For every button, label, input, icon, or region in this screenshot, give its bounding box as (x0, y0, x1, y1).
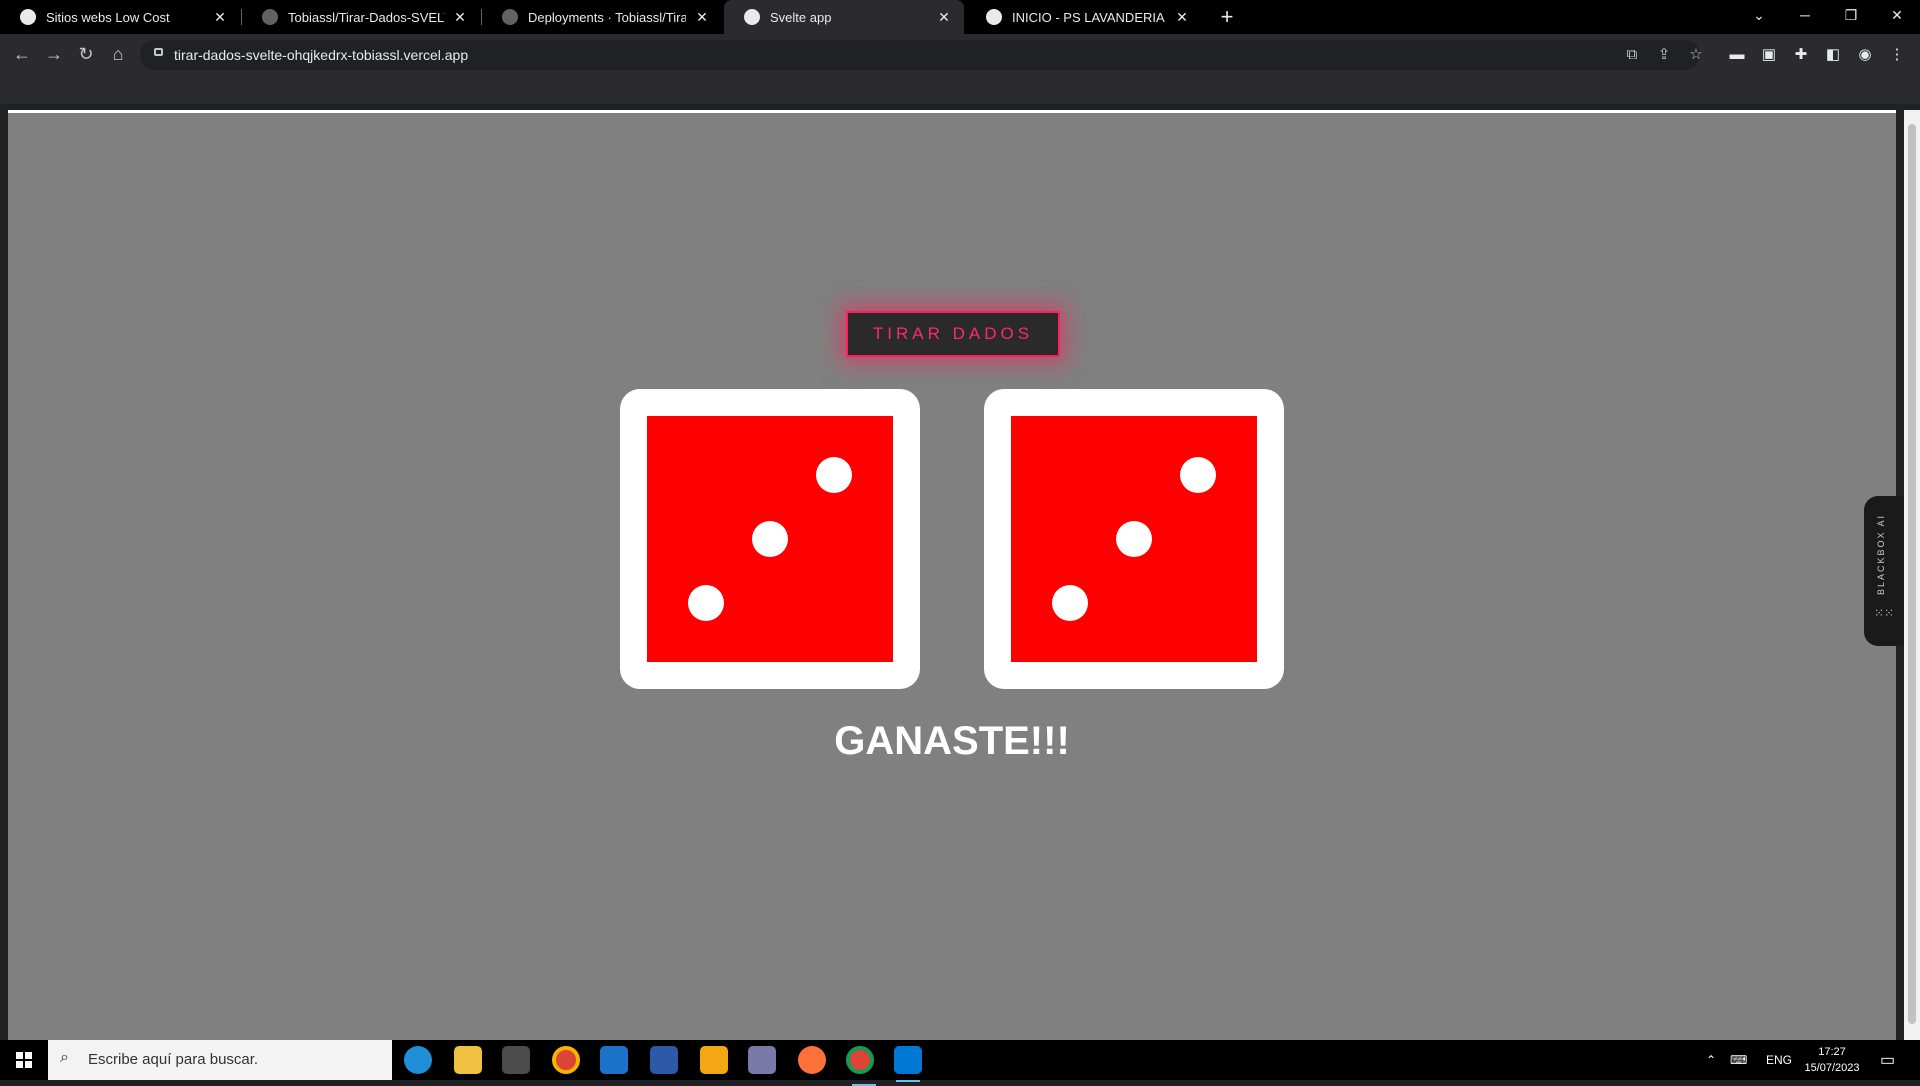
close-window-icon[interactable]: ✕ (1874, 0, 1920, 30)
die-pip (688, 584, 725, 621)
scrollbar-thumb[interactable] (1908, 124, 1916, 1024)
share-icon[interactable]: ⇪ (1654, 45, 1674, 65)
back-icon[interactable]: ← (10, 42, 34, 66)
result-message: GANASTE!!! (834, 719, 1070, 763)
tab-title: Sitios webs Low Cost (46, 9, 170, 25)
puzzle-extensions-icon[interactable]: ✚ (1790, 44, 1812, 66)
minimize-icon[interactable]: ─ (1782, 0, 1828, 30)
browser-toolbar: ← → ↻ ⌂ tirar-dados-svelte-ohqjkedrx-tob… (0, 34, 1920, 104)
die-pip (815, 457, 852, 494)
app-icon[interactable] (650, 1046, 678, 1074)
tab-title: Svelte app (770, 9, 832, 25)
tab-active[interactable]: Svelte app ✕ (724, 0, 964, 34)
svelte-icon (744, 9, 760, 25)
bookmark-star-icon[interactable]: ☆ (1686, 45, 1706, 65)
tab[interactable]: Sitios webs Low Cost ✕ (0, 0, 240, 34)
keyboard-icon[interactable]: ⌨ (1730, 1040, 1747, 1080)
url-text[interactable]: tirar-dados-svelte-ohqjkedrx-tobiassl.ve… (174, 47, 468, 63)
file-explorer-icon[interactable] (454, 1046, 482, 1074)
blackbox-ai-widget[interactable]: BLACKBOX AI ⁙⁙ (1864, 496, 1904, 646)
tab-title: Deployments · Tobiassl/Tirar-Dad (528, 9, 686, 25)
close-icon[interactable]: ✕ (212, 9, 228, 26)
die (620, 389, 920, 689)
close-icon[interactable]: ✕ (694, 9, 710, 26)
show-hidden-icons-icon[interactable]: ⌃ (1706, 1040, 1716, 1080)
sticky-notes-icon[interactable] (700, 1046, 728, 1074)
die-pip (1116, 521, 1152, 557)
menu-kebab-icon[interactable]: ⋮ (1886, 44, 1908, 66)
github-icon (502, 9, 518, 25)
profile-avatar-icon[interactable]: ◉ (1854, 44, 1876, 66)
home-icon[interactable]: ⌂ (106, 42, 130, 66)
address-bar[interactable]: tirar-dados-svelte-ohqjkedrx-tobiassl.ve… (140, 40, 1703, 70)
app-icon[interactable] (502, 1046, 530, 1074)
die-face (1011, 416, 1257, 662)
language-indicator[interactable]: ENG (1766, 1040, 1792, 1080)
die-face (647, 416, 893, 662)
close-icon[interactable]: ✕ (936, 9, 952, 26)
page-viewport: TIRAR DADOS GANASTE!!! (8, 110, 1896, 1040)
extension-b-icon[interactable]: ▣ (1758, 44, 1780, 66)
globe-icon (20, 9, 36, 25)
extension-icon[interactable]: ▬ (1726, 44, 1748, 66)
die-pip (1179, 457, 1216, 494)
tab-search-icon[interactable]: ⌄ (1736, 0, 1782, 30)
search-placeholder: Escribe aquí para buscar. (88, 1051, 259, 1068)
close-icon[interactable]: ✕ (452, 9, 468, 26)
restore-icon[interactable]: ❐ (1828, 0, 1874, 30)
windows-logo-icon (16, 1052, 32, 1068)
page-scrollbar[interactable] (1904, 110, 1920, 1040)
app-icon[interactable] (748, 1046, 776, 1074)
blackbox-logo-icon: ⁙⁙ (1874, 606, 1895, 620)
search-icon: ⌕ (60, 1049, 69, 1066)
firefox-icon[interactable] (798, 1046, 826, 1074)
tab-title: Tobiassl/Tirar-Dados-SVELTE (288, 9, 444, 25)
reload-icon[interactable]: ↻ (74, 42, 98, 66)
edge-icon[interactable] (404, 1046, 432, 1074)
die-pip (752, 521, 788, 557)
github-icon (262, 9, 278, 25)
tab-title: INICIO - PS LAVANDERIA (1012, 9, 1165, 25)
start-button[interactable] (0, 1040, 48, 1080)
blackbox-label: BLACKBOX AI (1876, 514, 1886, 596)
die-pip (1052, 584, 1089, 621)
roll-dice-button[interactable]: TIRAR DADOS (846, 311, 1060, 357)
notifications-icon[interactable]: ▭ (1880, 1040, 1895, 1080)
tab[interactable]: INICIO - PS LAVANDERIA ✕ (966, 0, 1202, 34)
die (984, 389, 1284, 689)
close-icon[interactable]: ✕ (1174, 9, 1190, 26)
taskbar-search-input[interactable]: ⌕ Escribe aquí para buscar. (48, 1040, 392, 1080)
tab[interactable]: Tobiassl/Tirar-Dados-SVELTE ✕ (242, 0, 480, 34)
clock[interactable]: 17:27 15/07/2023 (1800, 1044, 1864, 1076)
tab[interactable]: Deployments · Tobiassl/Tirar-Dad ✕ (482, 0, 722, 34)
clock-date: 15/07/2023 (1804, 1062, 1860, 1074)
chrome-icon[interactable] (552, 1046, 580, 1074)
vscode-icon[interactable] (894, 1046, 922, 1082)
chrome-icon[interactable] (846, 1046, 876, 1086)
forward-icon[interactable]: → (42, 42, 66, 66)
mail-icon[interactable] (600, 1046, 628, 1074)
globe-icon (986, 9, 1002, 25)
clock-time: 17:27 (1818, 1046, 1846, 1058)
new-tab-button[interactable]: + (1214, 4, 1240, 30)
translate-icon[interactable]: ⧉ (1622, 45, 1642, 65)
tab-strip: Sitios webs Low Cost ✕ Tobiassl/Tirar-Da… (0, 0, 1920, 34)
windows-taskbar: ⌕ Escribe aquí para buscar. ⌃ ⌨ ENG 17:2… (0, 1040, 1920, 1086)
side-panel-icon[interactable]: ◧ (1822, 44, 1844, 66)
lock-icon[interactable] (154, 48, 163, 56)
